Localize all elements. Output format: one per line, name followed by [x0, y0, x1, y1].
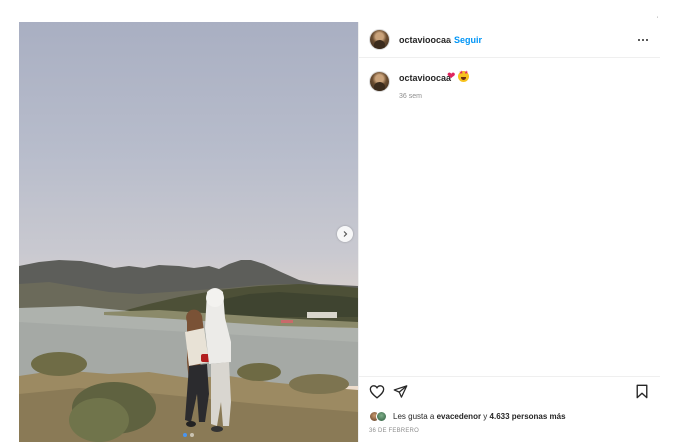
carousel-dot	[190, 433, 194, 437]
heart-outline-icon	[369, 385, 385, 399]
post-photo[interactable]	[19, 22, 358, 442]
author-username[interactable]: octavioocaa	[399, 35, 451, 45]
post-header: octavioocaa • Seguir	[359, 22, 660, 58]
share-button[interactable]	[393, 384, 408, 404]
photo-scene	[19, 260, 358, 442]
liker-username[interactable]: evacedenor	[437, 412, 481, 421]
post-date[interactable]: 36 DE FEBRERO	[369, 428, 419, 434]
author-avatar[interactable]	[370, 30, 389, 49]
likes-count-link[interactable]: 4.633 personas más	[490, 412, 566, 421]
more-dot-icon	[642, 39, 644, 41]
paper-plane-icon	[393, 385, 408, 398]
save-button[interactable]	[635, 384, 649, 404]
star-struck-icon	[458, 71, 469, 82]
header-separator: •	[448, 35, 451, 44]
carousel-dot-active	[183, 433, 187, 437]
caption-timestamp[interactable]: 36 sem	[399, 93, 422, 100]
carousel-dots	[183, 433, 194, 437]
follow-button[interactable]: Seguir	[454, 35, 482, 45]
post-side-panel: octavioocaa • Seguir octavioocaa ❤ 36 se…	[358, 22, 660, 442]
liker-avatar[interactable]	[376, 410, 387, 422]
more-dot-icon	[646, 39, 648, 41]
likes-prefix: Les gusta a	[393, 411, 437, 421]
likes-text: Les gusta a evacedenor y 4.633 personas …	[393, 412, 566, 421]
like-button[interactable]	[369, 384, 385, 404]
likes-connector: y	[481, 411, 490, 421]
carousel-next-button[interactable]	[337, 226, 353, 242]
more-dot-icon	[638, 39, 640, 41]
actions-divider	[359, 376, 660, 377]
caption-username[interactable]: octavioocaa	[399, 73, 451, 83]
bookmark-icon	[636, 384, 648, 399]
more-options-button[interactable]	[635, 33, 651, 47]
caption-avatar[interactable]	[370, 72, 389, 91]
likes-summary: Les gusta a evacedenor y 4.633 personas …	[369, 410, 566, 422]
heart-icon: ❤	[447, 71, 456, 82]
chevron-right-icon	[343, 231, 348, 237]
instagram-post: octavioocaa • Seguir octavioocaa ❤ 36 se…	[19, 22, 660, 442]
